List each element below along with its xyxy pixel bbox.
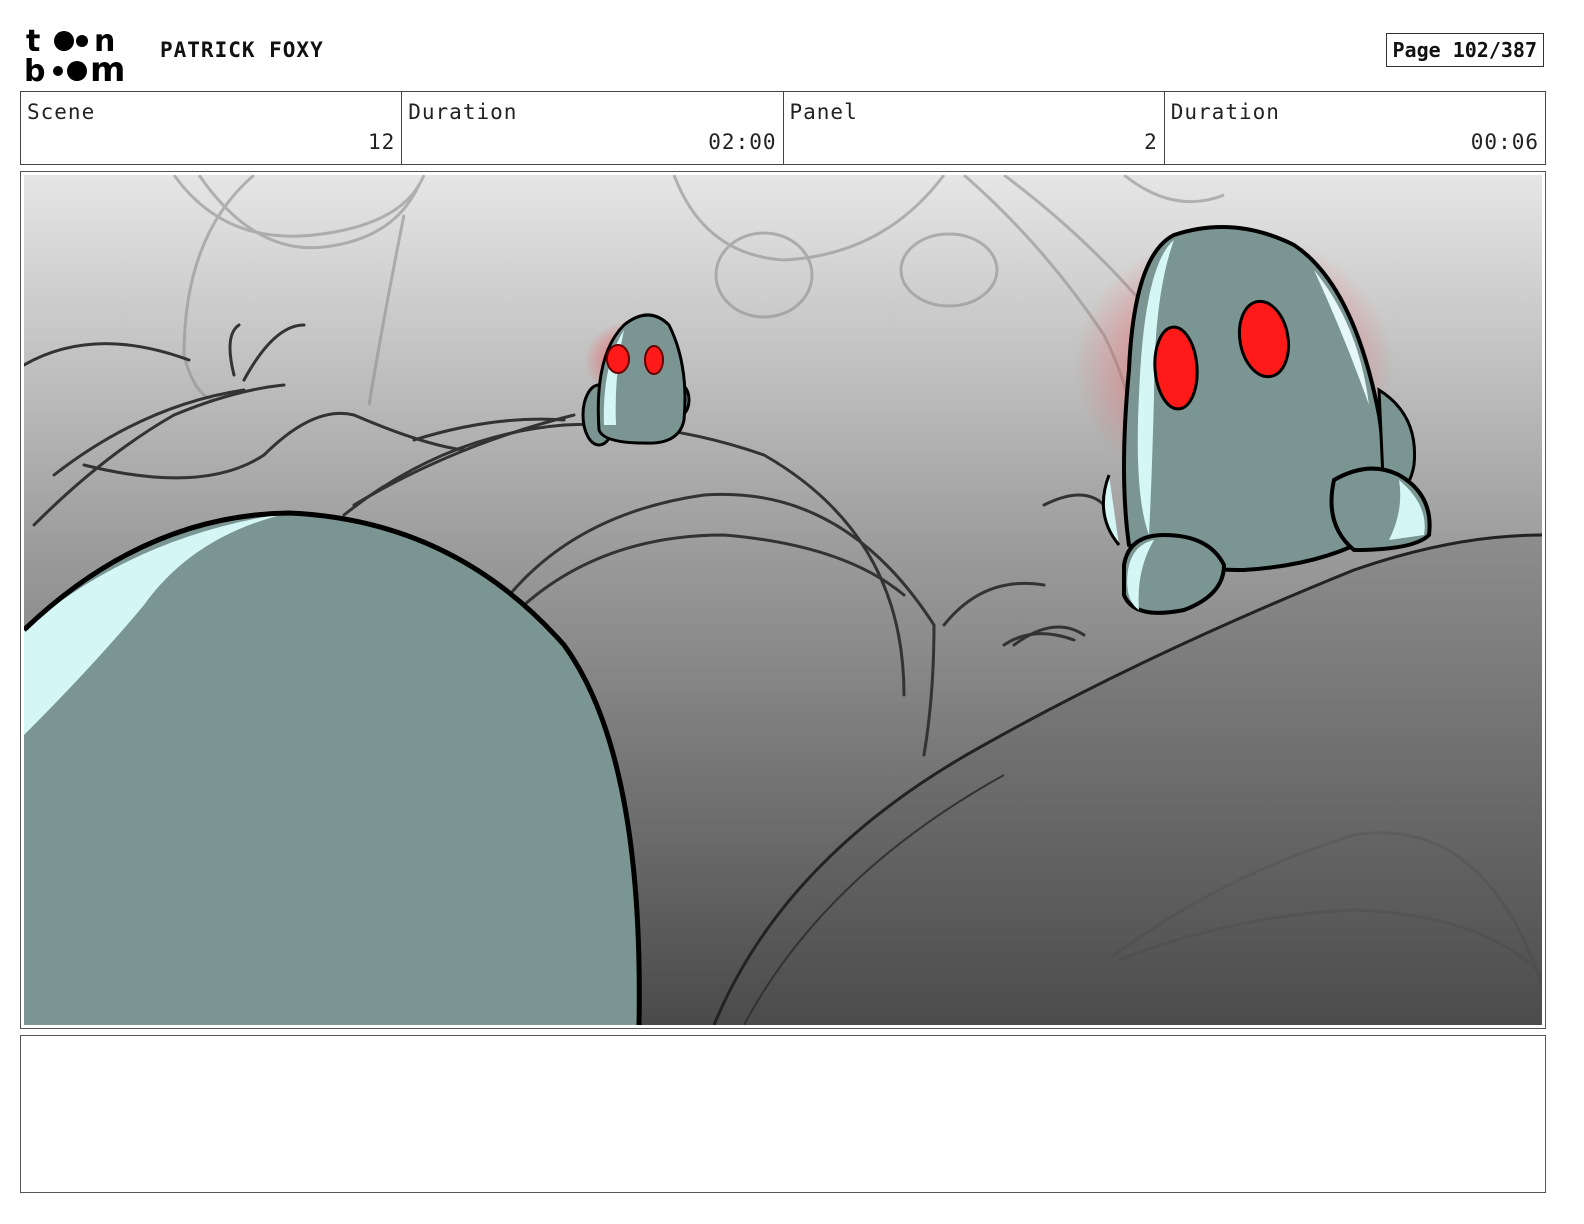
svg-text:m: m — [90, 50, 125, 84]
panel-duration-label: Duration — [1170, 100, 1280, 124]
project-title: PATRICK FOXY — [160, 38, 324, 62]
storyboard-drawing — [24, 175, 1542, 1025]
panel-duration-cell: Duration 00:06 — [1165, 92, 1545, 164]
toonboom-logo: t n b m — [24, 24, 136, 90]
svg-text:b: b — [24, 54, 45, 84]
small-creature — [581, 313, 691, 447]
storyboard-frame — [20, 171, 1546, 1029]
panel-label: Panel — [789, 100, 858, 124]
panel-duration-value: 00:06 — [1470, 130, 1539, 154]
toonboom-logo-mark: t n b m — [24, 24, 125, 90]
small-creature-right-eye — [644, 345, 664, 375]
scene-duration-cell: Duration 02:00 — [402, 92, 784, 164]
panel-notes-box[interactable] — [20, 1035, 1546, 1193]
small-creature-left-eye — [606, 344, 630, 374]
panel-cell: Panel 2 — [784, 92, 1165, 164]
scene-duration-value: 02:00 — [708, 130, 777, 154]
scene-cell: Scene 12 — [21, 92, 403, 164]
scene-label: Scene — [27, 100, 96, 124]
page-counter: Page 102/387 — [1385, 33, 1544, 67]
panel-value: 2 — [1144, 130, 1158, 154]
scene-value: 12 — [367, 130, 396, 154]
scene-duration-label: Duration — [408, 100, 518, 124]
panel-info-bar: Scene 12 Duration 02:00 Panel 2 Duration… — [20, 91, 1546, 165]
